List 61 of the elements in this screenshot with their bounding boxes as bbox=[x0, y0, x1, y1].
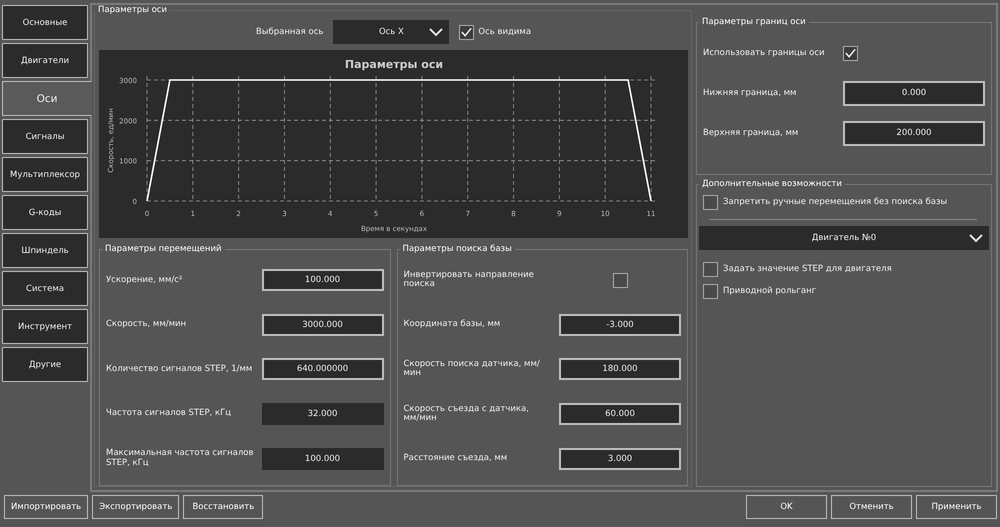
number-field[interactable]: 200.000 bbox=[843, 120, 985, 146]
field-label: Координата базы, мм bbox=[404, 320, 502, 330]
number-field[interactable]: 3.000 bbox=[559, 448, 681, 470]
checkbox[interactable] bbox=[703, 262, 718, 276]
checkbox[interactable] bbox=[703, 194, 718, 210]
group-title: Параметры перемещений bbox=[104, 244, 223, 254]
checkbox-label: Приводной рольганг bbox=[723, 286, 816, 296]
nav-tab[interactable]: Двигатели bbox=[2, 43, 88, 78]
action-button[interactable]: Импортировать bbox=[4, 495, 88, 519]
chart-title: Параметры оси bbox=[344, 58, 444, 71]
caret-icon bbox=[969, 234, 983, 243]
field-label: Частота сигналов STEP, кГц bbox=[106, 409, 232, 419]
checkbox[interactable] bbox=[703, 284, 718, 298]
group-title: Параметры поиска базы bbox=[402, 244, 513, 254]
motor-dropdown[interactable]: Двигатель №0 bbox=[699, 226, 989, 250]
nav-tab[interactable]: Мультиплексор bbox=[2, 157, 88, 192]
caret-icon bbox=[429, 28, 444, 37]
field-label: Скорость поиска датчика, мм/мин bbox=[404, 360, 541, 379]
nav-tab[interactable]: Система bbox=[2, 271, 88, 306]
nav-tab[interactable]: Оси bbox=[2, 81, 92, 116]
field-label: Инвертировать направление поиска bbox=[404, 270, 535, 290]
field-label: Максимальная частота сигналов STEP, кГц bbox=[106, 449, 255, 468]
number-field[interactable]: 3000.000 bbox=[262, 314, 384, 336]
field-label: Верхняя граница, мм bbox=[703, 128, 800, 138]
checkbox-label: Задать значение STEP для двигателя bbox=[723, 264, 892, 274]
checkbox[interactable] bbox=[459, 24, 474, 40]
field-label: Нижняя граница, мм bbox=[703, 88, 798, 98]
checkbox[interactable] bbox=[843, 46, 858, 60]
field-label: Расстояние съезда, мм bbox=[404, 454, 508, 464]
nav-tab[interactable]: Шпиндель bbox=[2, 233, 88, 268]
nav-tab[interactable]: G-коды bbox=[2, 195, 88, 230]
field-label: Скорость, мм/мин bbox=[106, 320, 188, 330]
number-field[interactable]: 60.000 bbox=[559, 403, 681, 426]
number-field[interactable]: 180.000 bbox=[559, 358, 681, 380]
field-label: Количество сигналов STEP, 1/мм bbox=[106, 364, 254, 374]
action-button[interactable]: Отменить bbox=[831, 495, 912, 519]
nav-tab[interactable]: Сигналы bbox=[2, 119, 88, 154]
number-field[interactable]: 100.000 bbox=[262, 448, 384, 470]
number-field[interactable]: 0.000 bbox=[843, 80, 985, 106]
action-button[interactable]: Восстановить bbox=[183, 495, 264, 519]
field-label: Скорость съезда с датчика, мм/мин bbox=[404, 404, 530, 424]
number-field[interactable]: 32.000 bbox=[262, 403, 384, 426]
action-button[interactable]: Экспортировать bbox=[92, 495, 180, 519]
nav-tab[interactable]: Другие bbox=[2, 347, 88, 382]
number-field[interactable]: 640.000000 bbox=[262, 358, 384, 380]
field-label: Выбранная ось bbox=[256, 27, 324, 37]
group-title: Дополнительные возможности bbox=[701, 179, 843, 189]
nav-tab[interactable]: Инструмент bbox=[2, 309, 88, 344]
axis-dropdown[interactable]: Ось X bbox=[333, 20, 450, 44]
number-field[interactable]: 100.000 bbox=[262, 269, 384, 292]
checkbox-label: Запретить ручные перемещения без поиска базы bbox=[723, 197, 948, 207]
checkbox[interactable] bbox=[612, 272, 628, 288]
field-label: Использовать границы оси bbox=[703, 48, 826, 58]
group-title: Параметры границ оси bbox=[701, 17, 807, 27]
checkbox-label: Ось видима bbox=[478, 27, 532, 37]
group-title: Параметры оси bbox=[97, 5, 168, 15]
field-label: Ускорение, мм/с² bbox=[106, 276, 184, 285]
nav-tab[interactable]: Основные bbox=[2, 5, 88, 40]
action-button[interactable]: OK bbox=[746, 495, 827, 519]
action-button[interactable]: Применить bbox=[916, 495, 997, 519]
number-field[interactable]: -3.000 bbox=[559, 314, 681, 336]
